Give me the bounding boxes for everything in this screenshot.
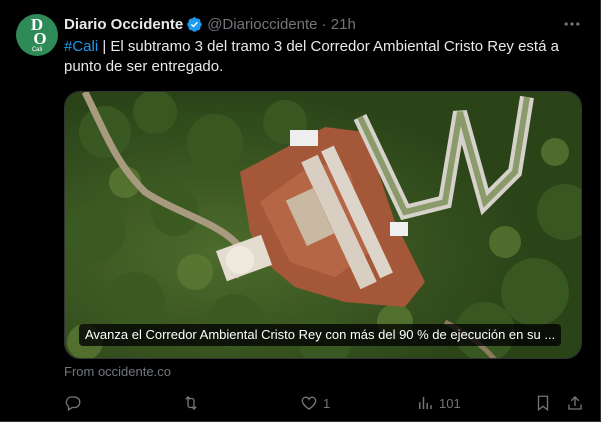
- tweet[interactable]: D O Cali Diario Occidente @Diarioccident…: [0, 0, 601, 422]
- views-button[interactable]: 101: [416, 392, 461, 414]
- tweet-header: Diario Occidente @Diarioccidente · 21h: [64, 14, 356, 34]
- card-caption: Avanza el Corredor Ambiental Cristo Rey …: [79, 324, 562, 346]
- avatar-city: Cali: [31, 46, 43, 53]
- action-bar: 1 101: [64, 392, 590, 414]
- share-button[interactable]: [566, 392, 584, 414]
- bookmark-button[interactable]: [534, 392, 552, 414]
- author-handle-time[interactable]: @Diarioccidente · 21h: [207, 16, 356, 33]
- repost-button[interactable]: [182, 392, 205, 414]
- like-button[interactable]: 1: [300, 392, 330, 414]
- share-icon: [568, 396, 582, 410]
- verified-badge-icon[interactable]: [186, 16, 203, 33]
- link-card[interactable]: Avanza el Corredor Ambiental Cristo Rey …: [64, 91, 582, 359]
- views-icon: [419, 397, 432, 409]
- like-count: 1: [323, 395, 331, 411]
- tweet-text: #Cali | El subtramo 3 del tramo 3 del Co…: [64, 37, 584, 77]
- bookmark-icon: [537, 395, 549, 412]
- views-count: 101: [439, 395, 461, 411]
- more-icon[interactable]: [562, 14, 582, 34]
- card-source[interactable]: From occidente.co: [64, 364, 171, 379]
- avatar-letter-o: O: [33, 28, 47, 48]
- aerial-photo: [65, 92, 581, 358]
- author-name[interactable]: Diario Occidente: [64, 16, 183, 33]
- repost-icon: [185, 396, 197, 410]
- reply-icon: [65, 396, 81, 411]
- reply-button[interactable]: [64, 392, 87, 414]
- like-icon: [301, 396, 317, 410]
- avatar[interactable]: D O Cali: [16, 14, 58, 56]
- hashtag-link[interactable]: #Cali: [64, 38, 98, 55]
- tweet-body: | El subtramo 3 del tramo 3 del Corredor…: [64, 38, 559, 75]
